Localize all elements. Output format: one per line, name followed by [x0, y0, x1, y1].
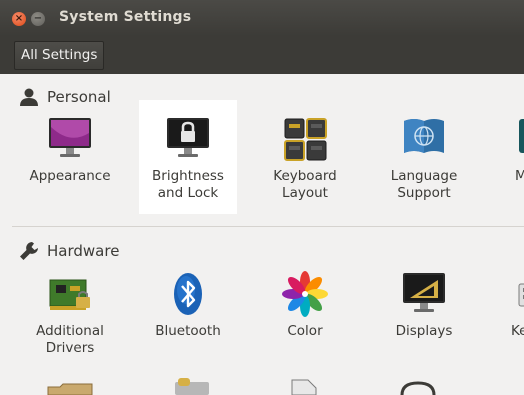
language-support-icon: [404, 119, 444, 153]
minimize-window-button[interactable]: −: [31, 12, 45, 26]
color-icon: [282, 271, 328, 317]
folder-icon: [47, 383, 93, 395]
partial-keyboard-icon: [518, 283, 524, 307]
bluetooth-item[interactable]: Bluetooth: [139, 255, 237, 369]
language-support-item[interactable]: Language Support: [375, 100, 473, 214]
brightness-lock-item[interactable]: Brightness and Lock: [139, 100, 237, 214]
system-settings-window: × − System Settings All Settings Persona…: [0, 0, 524, 395]
close-window-button[interactable]: ×: [12, 12, 26, 26]
brightness-lock-label: Brightness and Lock: [152, 168, 224, 201]
headset-icon: [400, 381, 436, 395]
keyboard-layout-item[interactable]: Keyboard Layout: [256, 100, 354, 214]
all-settings-button[interactable]: All Settings: [14, 41, 105, 70]
window-title: System Settings: [59, 9, 192, 25]
bluetooth-label: Bluetooth: [155, 323, 221, 339]
displays-label: Displays: [395, 323, 453, 339]
keyboard-layout-icon: [284, 118, 327, 161]
additional-drivers-item[interactable]: Additional Drivers: [21, 255, 119, 369]
partial-item-icon: [519, 119, 524, 153]
additional-drivers-icon: [49, 279, 90, 310]
printer-icon: [175, 378, 209, 395]
displays-item[interactable]: Displays: [375, 255, 473, 369]
partial-personal-label: M: [515, 168, 524, 184]
color-label: Color: [287, 323, 323, 339]
additional-drivers-label: Additional Drivers: [36, 323, 104, 356]
settings-content: Personal Appearance Brightness and Lock …: [0, 74, 524, 395]
keyboard-layout-label: Keyboard Layout: [273, 168, 337, 201]
appearance-label: Appearance: [29, 168, 111, 184]
toolbar: All Settings: [0, 36, 524, 74]
partial-hardware-label: Ke: [511, 323, 524, 339]
language-support-label: Language Support: [390, 168, 458, 201]
section-separator: [12, 226, 524, 227]
displays-icon: [403, 273, 445, 312]
bluetooth-icon: [174, 273, 202, 315]
color-item[interactable]: Color: [256, 255, 354, 369]
document-icon: [291, 379, 317, 395]
partial-hardware-item[interactable]: Ke: [493, 255, 524, 369]
brightness-lock-icon: [167, 118, 209, 157]
appearance-item[interactable]: Appearance: [21, 100, 119, 214]
title-bar[interactable]: × − System Settings: [0, 0, 524, 36]
partial-personal-item[interactable]: M: [493, 100, 524, 214]
appearance-icon: [49, 118, 91, 157]
